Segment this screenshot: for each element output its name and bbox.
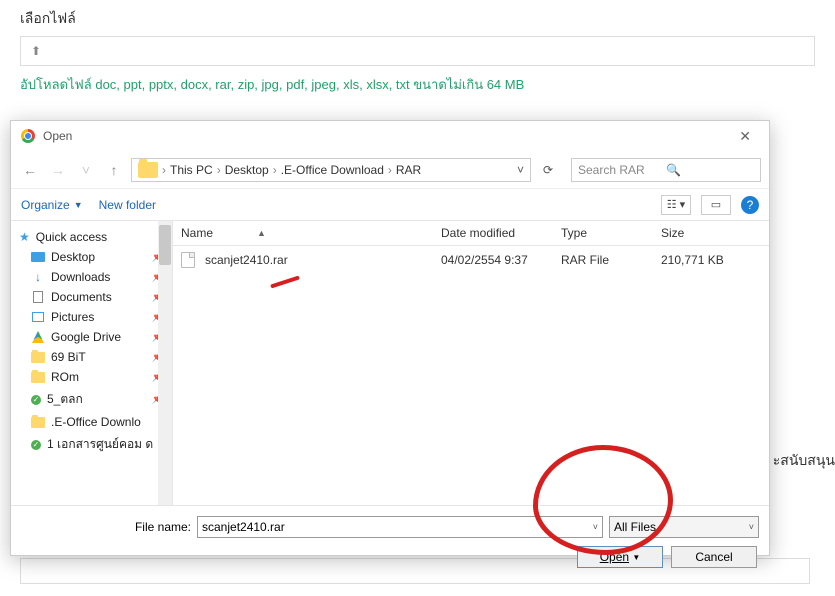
up-icon[interactable]: ↑: [103, 162, 125, 178]
close-icon[interactable]: ✕: [731, 124, 759, 149]
desktop-icon: [31, 252, 45, 262]
sidebar-item-eoffice[interactable]: .E-Office Downlo: [15, 412, 168, 432]
search-icon: 🔍: [666, 163, 754, 177]
breadcrumb[interactable]: › This PC› Desktop› .E-Office Download› …: [131, 158, 531, 182]
back-icon[interactable]: ←: [19, 162, 41, 178]
sidebar-item-quick-access[interactable]: ★Quick access: [15, 227, 168, 247]
google-drive-icon: [32, 331, 44, 343]
sidebar-item-downloads[interactable]: ↓Downloads📌: [15, 267, 168, 287]
column-name[interactable]: Name▲: [181, 226, 441, 240]
downloads-icon: ↓: [31, 270, 45, 284]
organize-button[interactable]: Organize▼: [21, 198, 83, 212]
upload-dropzone[interactable]: ⬆: [20, 36, 815, 66]
sidebar-item-5talok[interactable]: ✓5_ตลก📌: [15, 387, 168, 412]
upload-hint: อัปโหลดไฟล์ doc, ppt, pptx, docx, rar, z…: [20, 74, 815, 95]
column-date[interactable]: Date modified: [441, 226, 561, 240]
search-input[interactable]: Search RAR 🔍: [571, 158, 761, 182]
sync-icon: ✓: [31, 440, 41, 450]
file-icon: [181, 252, 195, 268]
view-mode-button[interactable]: ☷ ▾: [661, 195, 691, 215]
breadcrumb-item[interactable]: RAR: [396, 163, 421, 177]
sidebar-item-rom[interactable]: ROm📌: [15, 367, 168, 387]
help-icon[interactable]: ?: [741, 196, 759, 214]
file-name-label: File name:: [21, 520, 191, 534]
folder-icon: [138, 162, 158, 178]
pictures-icon: [32, 312, 44, 322]
annotation-circle: [533, 445, 673, 555]
file-size: 210,771 KB: [661, 253, 761, 267]
column-size[interactable]: Size: [661, 226, 761, 240]
folder-icon: [31, 417, 45, 428]
star-icon: ★: [19, 230, 30, 244]
sidebar-item-desktop[interactable]: Desktop📌: [15, 247, 168, 267]
cancel-button[interactable]: Cancel: [671, 546, 757, 568]
file-name: scanjet2410.rar: [205, 253, 288, 267]
sidebar-item-69bit[interactable]: 69 BiT📌: [15, 347, 168, 367]
recent-dropdown-icon[interactable]: ˅: [75, 162, 97, 178]
sidebar-item-pictures[interactable]: Pictures📌: [15, 307, 168, 327]
chrome-icon: [21, 129, 35, 143]
folder-icon: [31, 372, 45, 383]
upload-icon: ⬆: [31, 44, 41, 58]
new-folder-button[interactable]: New folder: [99, 198, 156, 212]
sidebar-scrollbar[interactable]: [158, 221, 172, 505]
breadcrumb-item[interactable]: Desktop: [225, 163, 269, 177]
folder-icon: [31, 352, 45, 363]
file-list: Name▲ Date modified Type Size scanjet241…: [173, 221, 769, 505]
file-date: 04/02/2554 9:37: [441, 253, 561, 267]
breadcrumb-item[interactable]: This PC: [170, 163, 213, 177]
documents-icon: [33, 291, 43, 303]
file-type: RAR File: [561, 253, 661, 267]
forward-icon: →: [47, 162, 69, 178]
search-placeholder: Search RAR: [578, 163, 666, 177]
choose-file-label: เลือกไฟล์: [0, 0, 835, 30]
breadcrumb-item[interactable]: .E-Office Download: [281, 163, 384, 177]
sidebar-item-google-drive[interactable]: Google Drive📌: [15, 327, 168, 347]
file-row[interactable]: scanjet2410.rar 04/02/2554 9:37 RAR File…: [173, 246, 769, 274]
dialog-title: Open: [43, 129, 731, 143]
sidebar-item-docs-center[interactable]: ✓1 เอกสารศูนย์คอม ด: [15, 432, 168, 457]
partial-right-text: ะสนับสนุน: [773, 450, 835, 472]
chevron-down-icon: ˅: [749, 522, 754, 532]
sidebar: ★Quick access Desktop📌 ↓Downloads📌 Docum…: [11, 221, 173, 505]
column-type[interactable]: Type: [561, 226, 661, 240]
sync-icon: ✓: [31, 395, 41, 405]
sidebar-item-documents[interactable]: Documents📌: [15, 287, 168, 307]
preview-pane-button[interactable]: ▭: [701, 195, 731, 215]
sort-asc-icon: ▲: [257, 228, 266, 238]
chevron-down-icon[interactable]: ˅: [517, 163, 524, 177]
refresh-icon[interactable]: ⟳: [537, 163, 559, 177]
